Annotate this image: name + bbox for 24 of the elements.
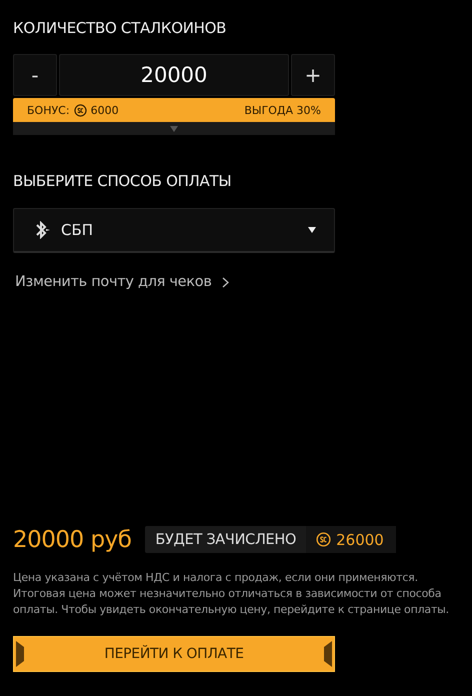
expand-strip[interactable] <box>13 122 335 135</box>
benefit-label: ВЫГОДА 30% <box>244 104 321 116</box>
coin-icon <box>316 532 332 547</box>
decrease-button[interactable]: - <box>13 54 57 96</box>
notch-icon <box>324 641 332 667</box>
bonus-label: БОНУС: <box>27 104 70 116</box>
credited-amount: 26000 <box>336 530 384 548</box>
chevron-right-icon <box>222 276 229 288</box>
quantity-field[interactable]: 20000 <box>59 54 289 96</box>
total-price: 20000 руб <box>13 526 132 552</box>
bonus-amount: 6000 <box>90 104 119 116</box>
caret-icon <box>170 126 178 132</box>
credited-panel: БУДЕТ ЗАЧИСЛЕНО 26000 <box>145 526 396 553</box>
increase-button[interactable]: + <box>291 54 335 96</box>
coin-icon <box>74 104 87 116</box>
caret-icon <box>308 227 316 233</box>
change-email-link[interactable]: Изменить почту для чеков <box>13 272 335 292</box>
pay-button[interactable]: ПЕРЕЙТИ К ОПЛАТЕ <box>13 636 335 672</box>
section-title: ВЫБЕРИТЕ СПОСОБ ОПЛАТЫ <box>13 172 232 192</box>
section-title: КОЛИЧЕСТВО СТАЛКОИНОВ <box>13 19 228 39</box>
payment-dropdown[interactable]: СБП <box>13 208 335 253</box>
disclaimer-text: Цена указана с учётом НДС и налога с продаж, если они применяются. Итоговая цена может незначительно отличаться в зависимости от способа оплаты. Чтобы увидеть окончательную цену, перейдите к странице оплаты. <box>13 570 450 618</box>
sbp-icon <box>35 221 51 239</box>
notch-icon <box>16 641 24 667</box>
